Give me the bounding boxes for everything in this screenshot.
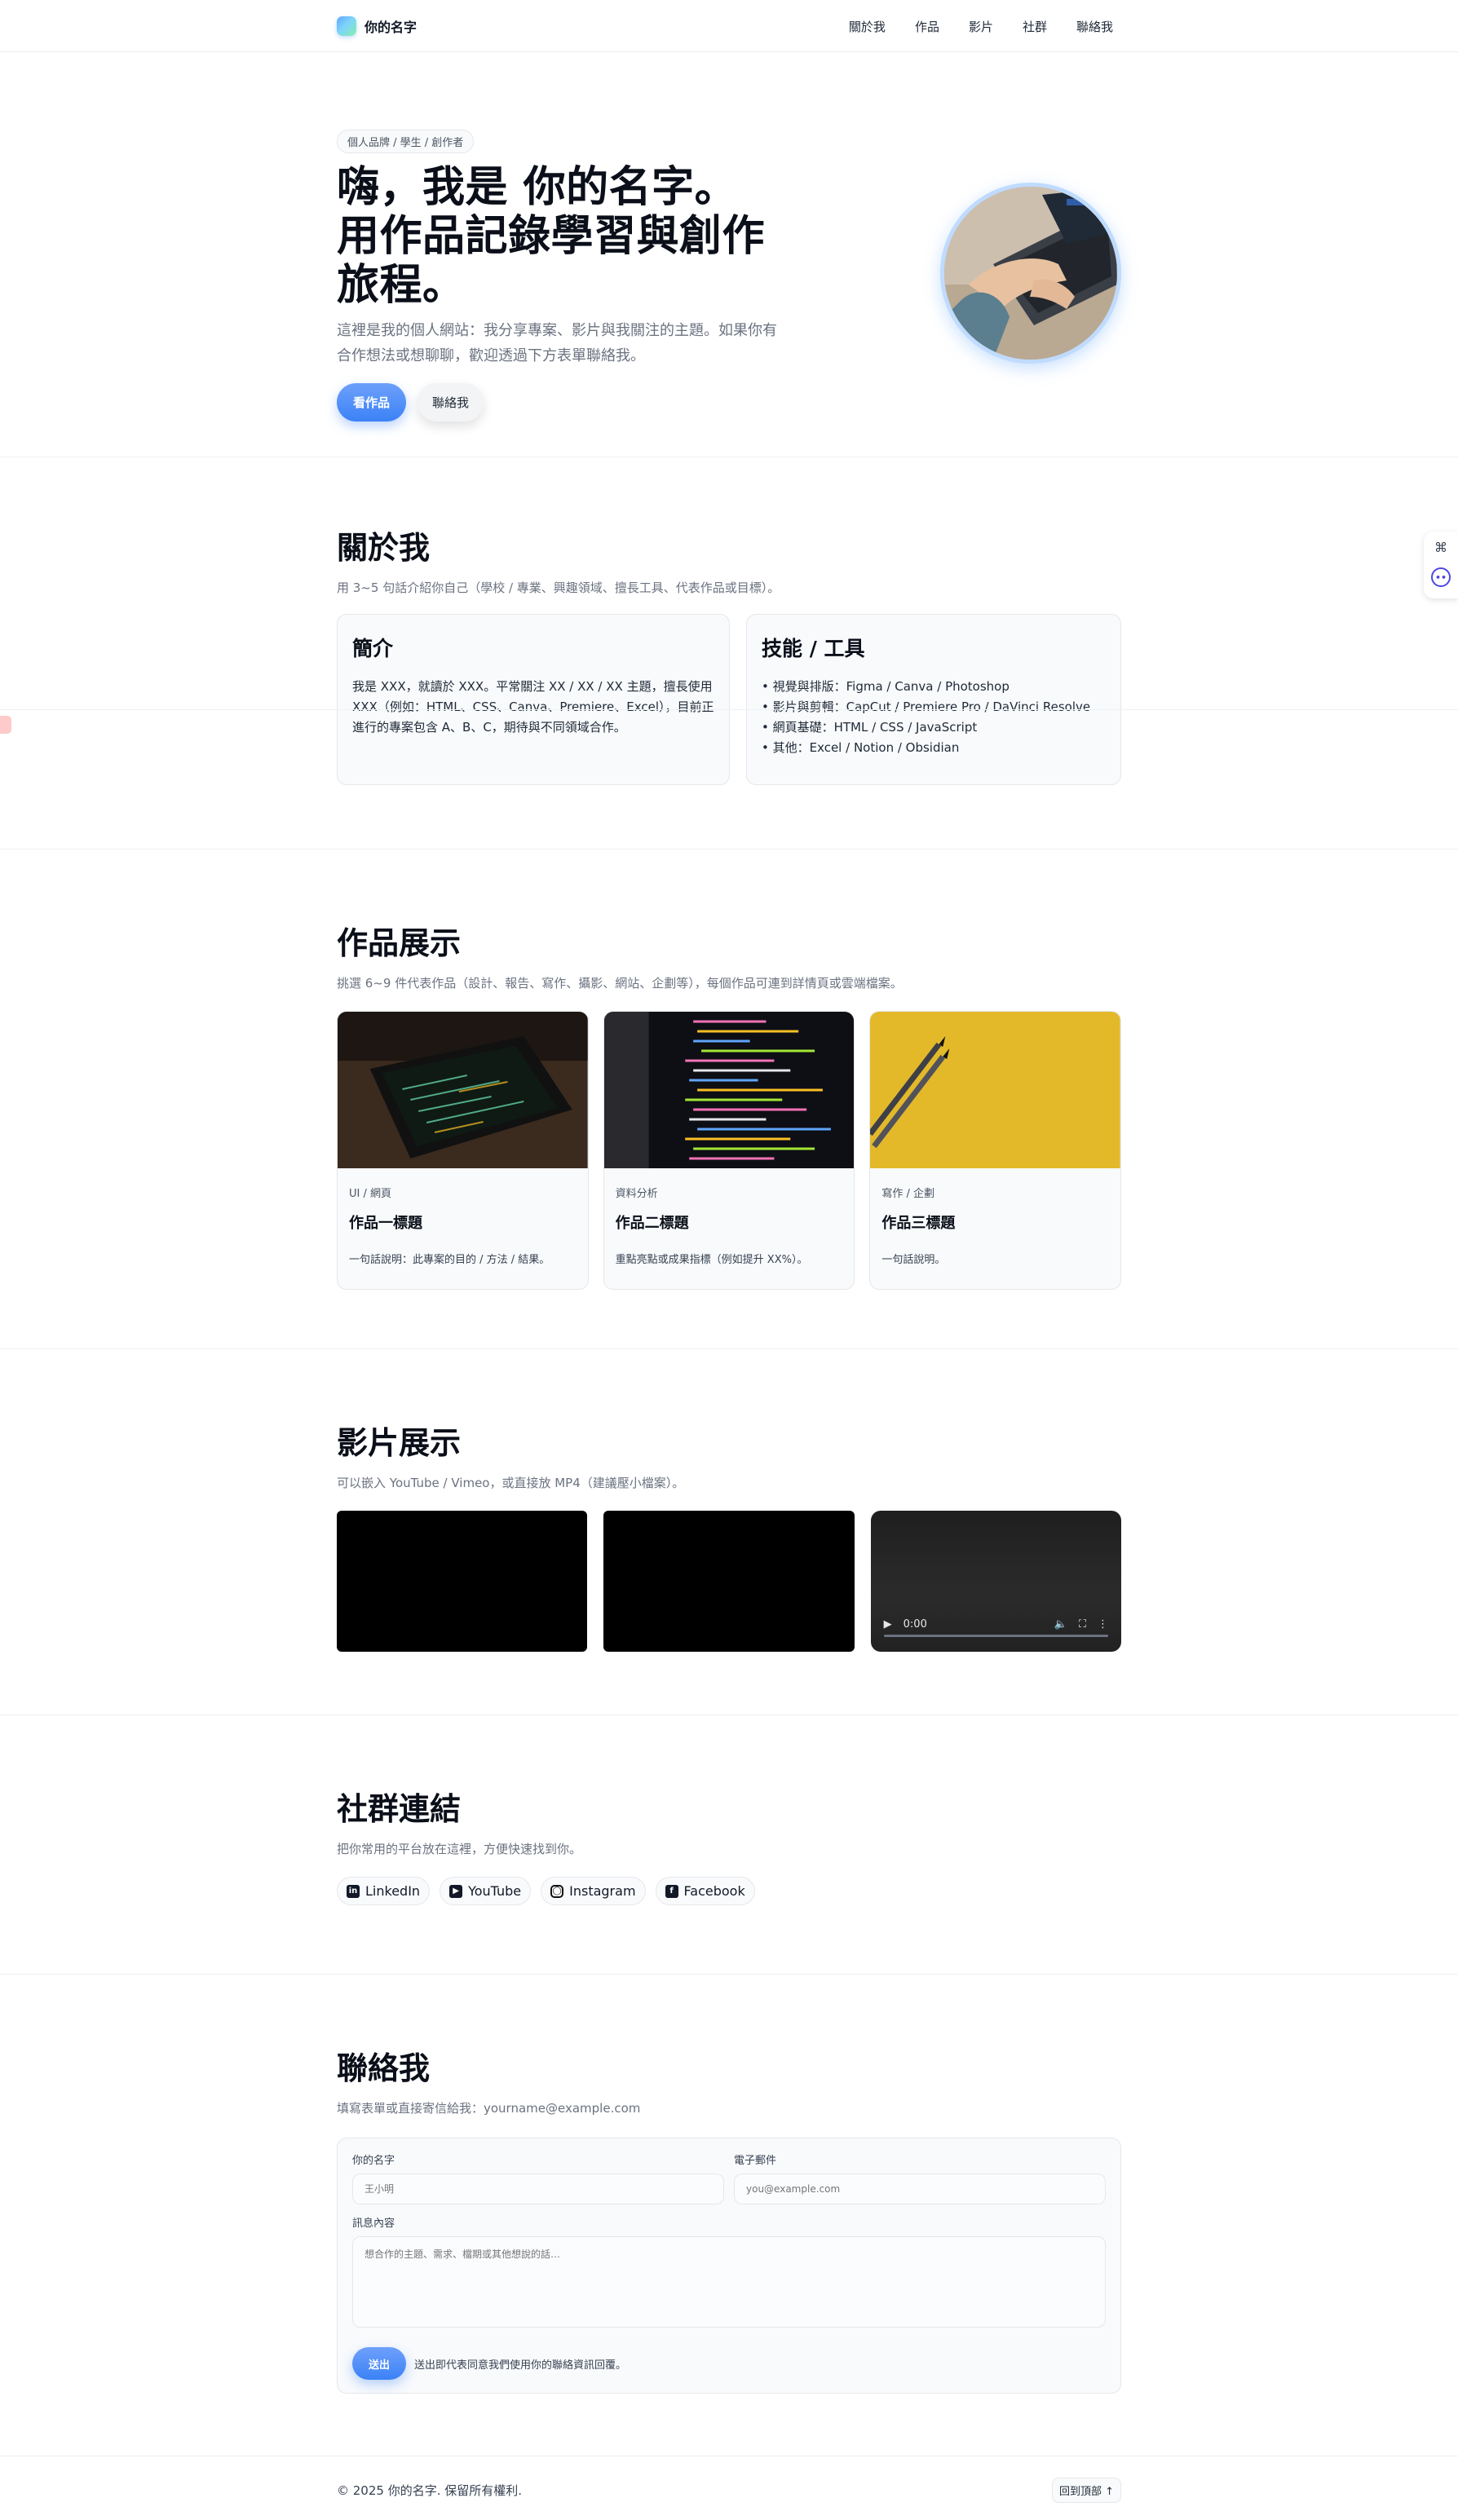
social-subtitle: 把你常用的平台放在這裡，方便快速找到你。 — [337, 1842, 582, 1856]
work-title: 作品二標題 — [615, 1215, 689, 1232]
work-description: 重點亮點或成果指標（例如提升 XX%）。 — [615, 1254, 808, 1266]
video-progress-bar[interactable] — [883, 1635, 1108, 1637]
facebook-icon: f — [665, 1884, 678, 1898]
video-player[interactable]: ▶ 0:00 🔈 ⛶ ⋮ — [870, 1511, 1121, 1652]
social-section: 社群連結 把你常用的平台放在這裡，方便快速找到你。 in LinkedIn ▶ Yo… — [0, 1715, 1458, 1975]
name-input[interactable] — [352, 2174, 724, 2204]
youtube-icon: ▶ — [449, 1884, 463, 1898]
work-card-3[interactable]: 寫作 / 企劃 作品三標題 一句話說明。 — [869, 1011, 1122, 1290]
logo-icon — [337, 16, 356, 36]
floating-toolbar: ⌘ •• — [1424, 532, 1458, 598]
message-textarea[interactable] — [352, 2236, 1106, 2328]
intro-title: 簡介 — [352, 637, 394, 660]
contact-subtitle: 填寫表單或直接寄信給我：yourname@example.com — [337, 2101, 641, 2116]
skills-list: • 視覺與排版：Figma / Canva / Photoshop • 影片與剪… — [762, 677, 1106, 758]
skill-item: • 其他：Excel / Notion / Obsidian — [762, 740, 960, 755]
about-subtitle: 用 3~5 句話介紹你自己（學校 / 專業、興趣領域、擅長工具、代表作品或目標）… — [337, 580, 780, 595]
skill-item: • 影片與剪輯：CapCut / Premiere Pro / DaVinci … — [762, 700, 1091, 714]
work-category: 寫作 / 企劃 — [881, 1188, 934, 1200]
more-options-icon[interactable]: ⋮ — [1098, 1618, 1108, 1631]
play-icon[interactable]: ▶ — [884, 1618, 892, 1631]
videos-title: 影片展示 — [337, 1425, 462, 1461]
work-description: 一句話說明。 — [881, 1254, 946, 1266]
videos-subtitle: 可以嵌入 YouTube / Vimeo，或直接放 MP4（建議壓小檔案）。 — [337, 1476, 685, 1490]
hero-title-line-2: 用作品記錄學習與創作 — [337, 212, 766, 261]
laptop-photo — [944, 187, 1117, 360]
linkedin-icon: in — [347, 1884, 360, 1898]
facebook-link[interactable]: f Facebook — [655, 1877, 755, 1905]
about-section: 關於我 用 3~5 句話介紹你自己（學校 / 專業、興趣領域、擅長工具、代表作品… — [0, 457, 1458, 850]
hero-title: 嗨，我是 你的名字。 用作品記錄學習與創作 旅程。 — [337, 163, 793, 310]
contact-me-button[interactable]: 聯絡我 — [418, 383, 484, 421]
instagram-link[interactable]: ◯ Instagram — [541, 1877, 646, 1905]
site-header: 你的名字 關於我 作品 影片 社群 聯絡我 — [0, 0, 1458, 52]
work-category: UI / 網頁 — [349, 1188, 391, 1200]
intro-card: 簡介 我是 XXX，就讀於 XXX。平常關注 XX / XX / XX 主題，擅… — [337, 614, 730, 785]
hero-description: 這裡是我的個人網站：我分享專案、影片與我關注的主題。如果你有合作想法或想聊聊，歡… — [337, 322, 777, 364]
link-label: Facebook — [683, 1883, 745, 1899]
divider — [0, 709, 1458, 710]
linkedin-link[interactable]: in LinkedIn — [337, 1877, 431, 1905]
work-description: 一句話說明：此專案的目的 / 方法 / 結果。 — [349, 1254, 550, 1266]
assistant-icon[interactable]: •• — [1431, 567, 1451, 587]
about-title: 關於我 — [337, 530, 431, 566]
instagram-icon: ◯ — [550, 1884, 564, 1898]
link-label: YouTube — [468, 1883, 522, 1899]
work-card-2[interactable]: 資料分析 作品二標題 重點亮點或成果指標（例如提升 XX%）。 — [603, 1011, 855, 1290]
avatar — [940, 183, 1121, 364]
side-tab-icon[interactable] — [0, 716, 11, 734]
pencils-image — [870, 1012, 1121, 1168]
volume-icon[interactable]: 🔈 — [1054, 1618, 1067, 1631]
email-label: 電子郵件 — [734, 2155, 777, 2167]
nav-works[interactable]: 作品 — [915, 18, 939, 35]
main-nav: 關於我 作品 影片 社群 聯絡我 — [849, 18, 1113, 35]
hero-section: 個人品牌 / 學生 / 創作者 嗨，我是 你的名字。 用作品記錄學習與創作 旅程… — [0, 52, 1458, 457]
intro-body: 我是 XXX，就讀於 XXX。平常關注 XX / XX / XX 主題，擅長使用… — [352, 679, 714, 735]
link-label: Instagram — [569, 1883, 636, 1899]
work-title: 作品三標題 — [881, 1215, 956, 1232]
works-title: 作品展示 — [337, 925, 462, 961]
skill-item: • 網頁基礎：HTML / CSS / JavaScript — [762, 720, 978, 735]
email-input[interactable] — [734, 2174, 1106, 2204]
hero-title-line-3: 旅程。 — [337, 261, 466, 310]
nav-contact[interactable]: 聯絡我 — [1076, 18, 1113, 35]
consent-note: 送出即代表同意我們使用你的聯絡資訊回覆。 — [414, 2359, 627, 2372]
grid-icon[interactable]: ⌘ — [1434, 540, 1447, 555]
nav-videos[interactable]: 影片 — [969, 18, 993, 35]
hero-tag: 個人品牌 / 學生 / 創作者 — [337, 130, 475, 153]
send-button[interactable]: 送出 — [352, 2347, 407, 2380]
video-embed-1[interactable] — [337, 1511, 588, 1652]
site-footer: © 2025 你的名字. 保留所有權利. 回到頂部 ↑ — [0, 2456, 1458, 2503]
skill-item: • 視覺與排版：Figma / Canva / Photoshop — [762, 679, 1010, 694]
copyright: © 2025 你的名字. 保留所有權利. — [337, 2483, 523, 2498]
video-embed-2[interactable] — [603, 1511, 855, 1652]
work-category: 資料分析 — [615, 1188, 658, 1200]
nav-social[interactable]: 社群 — [1023, 18, 1047, 35]
work-title: 作品一標題 — [349, 1215, 422, 1232]
message-label: 訊息內容 — [352, 2218, 395, 2230]
skills-card: 技能 / 工具 • 視覺與排版：Figma / Canva / Photosho… — [746, 614, 1121, 785]
back-to-top-button[interactable]: 回到頂部 ↑ — [1051, 2478, 1121, 2503]
videos-section: 影片展示 可以嵌入 YouTube / Vimeo，或直接放 MP4（建議壓小檔… — [0, 1349, 1458, 1715]
fullscreen-icon[interactable]: ⛶ — [1079, 1618, 1086, 1631]
link-label: LinkedIn — [365, 1883, 421, 1899]
contact-form: 你的名字 電子郵件 訊息內容 送出 送出即代表同意我們使用你的聯絡資訊回覆。 — [337, 2138, 1121, 2394]
contact-section: 聯絡我 填寫表單或直接寄信給我：yourname@example.com 你的名… — [0, 1975, 1458, 2456]
youtube-link[interactable]: ▶ YouTube — [440, 1877, 532, 1905]
hero-title-line-1: 嗨，我是 你的名字。 — [337, 163, 738, 212]
view-works-button[interactable]: 看作品 — [337, 383, 407, 421]
video-time: 0:00 — [903, 1618, 927, 1631]
nav-about[interactable]: 關於我 — [849, 18, 886, 35]
skills-title: 技能 / 工具 — [762, 637, 865, 660]
work-card-1[interactable]: UI / 網頁 作品一標題 一句話說明：此專案的目的 / 方法 / 結果。 — [337, 1011, 589, 1290]
social-title: 社群連結 — [337, 1791, 462, 1827]
brand-name: 你的名字 — [364, 20, 418, 35]
phone-code-image — [338, 1012, 588, 1168]
code-screen-image — [603, 1012, 855, 1168]
brand[interactable]: 你的名字 — [337, 16, 417, 36]
name-label: 你的名字 — [352, 2155, 395, 2167]
works-section: 作品展示 挑選 6~9 件代表作品（設計、報告、寫作、攝影、網站、企劃等），每個… — [0, 850, 1458, 1349]
contact-title: 聯絡我 — [337, 2050, 431, 2086]
works-subtitle: 挑選 6~9 件代表作品（設計、報告、寫作、攝影、網站、企劃等），每個作品可連到… — [337, 976, 903, 991]
